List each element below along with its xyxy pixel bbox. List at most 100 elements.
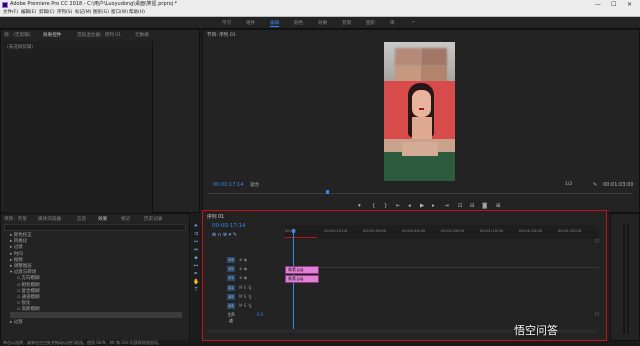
tab-audio-mixer[interactable]: 音轨混合器：序列 01	[77, 32, 121, 38]
effects-search-input[interactable]	[4, 224, 186, 231]
effects-tree-item[interactable]: ▫ 方向模糊	[17, 276, 39, 282]
type-tool-icon[interactable]: T	[193, 287, 199, 293]
timeline-snap-icon[interactable]: ⋒ ∩ ⋓ ▾ ✎	[212, 232, 237, 238]
scroll-handle-top-icon[interactable]: ○	[595, 238, 599, 244]
effects-tree-label: 过渡	[13, 319, 23, 325]
fit-dropdown[interactable]: 适合	[250, 182, 259, 188]
export-frame-icon[interactable]: ◙	[482, 203, 487, 209]
effects-tree-item[interactable]: ▸ 视频	[10, 258, 23, 264]
workspace-libraries[interactable]: 库	[390, 20, 395, 26]
track-header[interactable]: A1 M S 🎙	[209, 284, 285, 291]
track-target-label[interactable]: A2	[227, 294, 235, 300]
effects-tree-item[interactable]: ▸ 过渡	[10, 320, 23, 326]
workspace-learn[interactable]: 学习	[222, 20, 231, 26]
effects-tree-label: 过渡	[13, 245, 23, 251]
selection-tool-icon[interactable]: ➤	[193, 223, 199, 229]
wrench-icon[interactable]: ✎	[593, 182, 597, 188]
workspace-audio[interactable]: 音频	[342, 20, 351, 26]
track-controls-icon[interactable]: M S 🎙	[239, 284, 253, 291]
workspace-assembly[interactable]: 组件	[246, 20, 255, 26]
menu-sequence[interactable]: 序列(S)	[57, 9, 72, 17]
maximize-icon[interactable]: ☐	[611, 0, 616, 9]
pen-tool-icon[interactable]: ✒	[193, 271, 199, 277]
effects-tree-label: 复合模糊	[21, 288, 40, 294]
track-header[interactable]: V2 ⊕ ◉	[209, 265, 285, 272]
track-select-tool-icon[interactable]: ⇉	[193, 231, 199, 237]
tab-media-browser[interactable]: 媒体浏览器	[38, 216, 61, 222]
menu-graphics[interactable]: 图形(G)	[93, 9, 109, 17]
program-playhead[interactable]	[326, 190, 329, 194]
go-to-in-icon[interactable]: ⇤	[396, 203, 401, 209]
track-controls-icon[interactable]: M S 🎙	[239, 302, 253, 309]
effects-tree-item[interactable]: ▫ 相机模糊	[17, 283, 39, 289]
razor-tool-icon[interactable]: ◈	[193, 255, 199, 261]
tab-sequence[interactable]: 序列 01	[207, 213, 224, 220]
slip-tool-icon[interactable]: ⊷	[193, 263, 199, 269]
tab-info[interactable]: 信息	[77, 216, 86, 222]
program-timecode[interactable]: 00:00:17:14	[213, 182, 244, 188]
master-volume-value[interactable]: 0.0	[257, 311, 263, 318]
rolling-edit-tool-icon[interactable]: ⇹	[193, 247, 199, 253]
button-editor-icon[interactable]: ⊞	[496, 203, 501, 209]
track-target-label[interactable]: V3	[227, 257, 235, 263]
close-icon[interactable]: ✕	[627, 0, 632, 9]
mark-in-icon[interactable]: {	[372, 203, 376, 209]
scroll-handle-bottom-icon[interactable]: ○	[595, 311, 599, 317]
track-controls-icon[interactable]: ⊕ ◉	[239, 265, 247, 272]
tab-history[interactable]: 历史记录	[144, 216, 162, 222]
effects-tree-item[interactable]: ▫ 复合模糊	[17, 289, 39, 295]
track-controls-icon[interactable]: M S 🎙	[239, 293, 253, 300]
track-header[interactable]: A3 M S 🎙	[209, 302, 285, 309]
go-to-out-icon[interactable]: ⇥	[444, 203, 449, 209]
step-back-icon[interactable]: ◂	[408, 203, 411, 209]
quality-dropdown[interactable]: 1/2	[565, 182, 572, 187]
track-header[interactable]: A2 M S 🎙	[209, 293, 285, 300]
extract-icon[interactable]: ⊟	[470, 203, 475, 209]
lift-icon[interactable]: ⊡	[458, 203, 463, 209]
track-header[interactable]: V3 ⊕ ◉	[209, 256, 285, 263]
step-forward-icon[interactable]: ▸	[432, 203, 435, 209]
work-area-bar[interactable]	[285, 237, 317, 238]
tab-metadata[interactable]: 元数据	[135, 32, 149, 38]
track-target-label[interactable]: V1	[227, 275, 235, 281]
workspace-more-icon[interactable]: »	[412, 20, 415, 25]
track-target-label[interactable]: V2	[227, 266, 235, 272]
mark-out-icon[interactable]: }	[384, 203, 388, 209]
timeline-timecode[interactable]: 00:00:17:14	[212, 223, 246, 229]
track-controls-icon[interactable]: ⊕ ◉	[239, 274, 247, 281]
workspace-graphics[interactable]: 图形	[366, 20, 375, 26]
ripple-edit-tool-icon[interactable]: ↔	[193, 239, 199, 245]
tab-markers[interactable]: 标记	[121, 216, 130, 222]
track-header[interactable]: V1 ⊕ ◉	[209, 274, 285, 281]
program-scrub-bar[interactable]	[208, 193, 633, 194]
menu-file[interactable]: 文件(F)	[3, 9, 18, 17]
clip-v2[interactable]: 像素.jpg	[285, 266, 319, 274]
effects-tree-item[interactable]: ▸ 时间	[10, 252, 23, 258]
hand-tool-icon[interactable]: ✋	[193, 279, 199, 285]
track-target-label[interactable]: A3	[227, 303, 235, 309]
effects-tree-item[interactable]: ▸ 过渡	[10, 245, 23, 251]
tab-effect-controls[interactable]: 效果控件	[43, 32, 61, 38]
effects-tree-label: 相机模糊	[21, 282, 40, 288]
effects-tree-label: 锐化	[21, 301, 31, 307]
tab-project[interactable]: 项目：笑星	[4, 216, 27, 222]
minimize-icon[interactable]: —	[595, 0, 601, 9]
tab-effects[interactable]: 效果	[98, 216, 107, 222]
workspace-editing[interactable]: 编辑	[270, 20, 280, 27]
menu-clip[interactable]: 剪辑(C)	[39, 9, 55, 17]
menu-marker[interactable]: 标记(M)	[75, 9, 91, 17]
clip-v1[interactable]: 像素.jpg	[285, 275, 319, 283]
play-icon[interactable]: ▶	[420, 203, 424, 209]
track-target-label[interactable]: 主声道	[227, 312, 235, 323]
workspace-effects[interactable]: 效果	[318, 20, 327, 26]
menu-window[interactable]: 窗口(W)	[111, 9, 128, 17]
track-controls-icon[interactable]: ⊕ ◉	[239, 256, 247, 263]
track-target-label[interactable]: A1	[227, 285, 235, 291]
track-header[interactable]: 主声道 0.0	[209, 311, 285, 323]
add-marker-icon[interactable]: ▾	[358, 203, 361, 209]
workspace-color[interactable]: 颜色	[294, 20, 303, 26]
menu-bar: 文件(F) 编辑(E) 剪辑(C) 序列(S) 标记(M) 图形(G) 窗口(W…	[0, 9, 640, 17]
menu-help[interactable]: 帮助(H)	[129, 9, 145, 17]
tab-source[interactable]: 源：(无剪辑)	[4, 32, 31, 38]
menu-edit[interactable]: 编辑(E)	[21, 9, 36, 17]
